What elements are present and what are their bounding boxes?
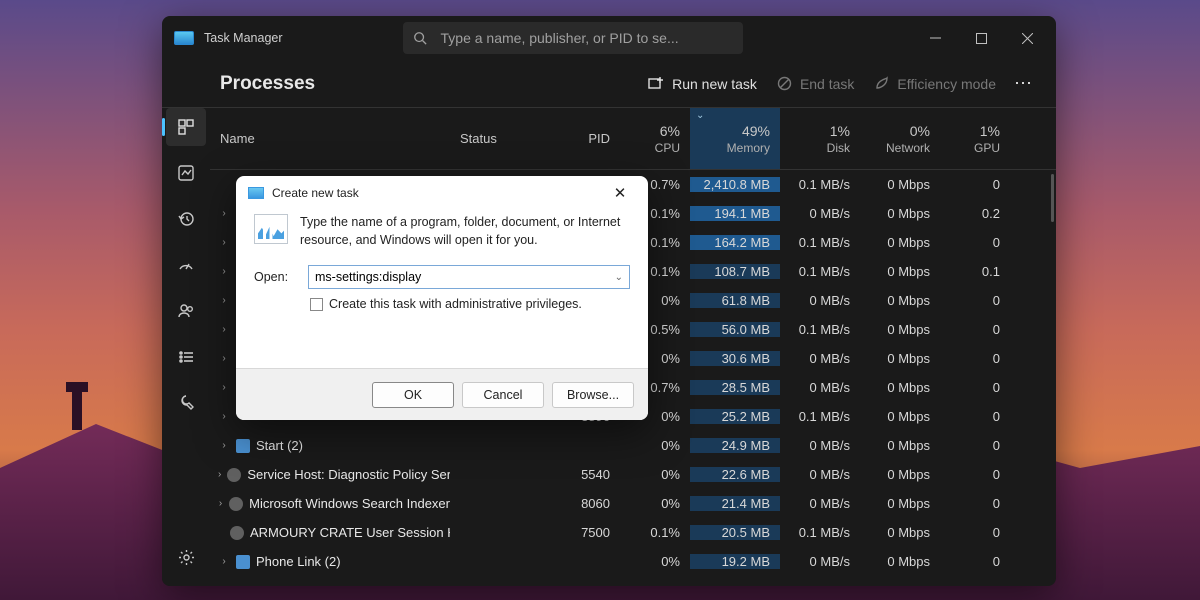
- process-icon: [236, 555, 250, 569]
- process-icon: [229, 497, 243, 511]
- col-memory[interactable]: ⌄49%Memory: [690, 108, 780, 169]
- titlebar: Task Manager Type a name, publisher, or …: [162, 16, 1056, 60]
- search-input[interactable]: Type a name, publisher, or PID to se...: [403, 22, 743, 54]
- sidebar-settings[interactable]: [166, 538, 206, 576]
- grid-icon: [178, 119, 194, 135]
- run-task-icon: [648, 76, 664, 92]
- leaf-icon: [874, 76, 889, 91]
- expand-chevron-icon[interactable]: ›: [218, 266, 230, 277]
- admin-label: Create this task with administrative pri…: [329, 297, 582, 311]
- col-gpu[interactable]: 1%GPU: [940, 123, 1010, 155]
- sidebar: [162, 108, 210, 586]
- users-icon: [178, 303, 194, 319]
- process-icon: [236, 439, 250, 453]
- wrench-icon: [178, 395, 194, 411]
- sidebar-services[interactable]: [166, 384, 206, 422]
- col-cpu[interactable]: 6%CPU: [620, 123, 690, 155]
- process-name: Start (2): [256, 438, 303, 453]
- sidebar-startup[interactable]: [166, 246, 206, 284]
- dialog-titlebar: Create new task ✕: [236, 176, 648, 210]
- dialog-title: Create new task: [272, 186, 359, 200]
- col-pid[interactable]: PID: [550, 131, 620, 146]
- efficiency-mode-button[interactable]: Efficiency mode: [864, 70, 1006, 98]
- process-icon: [230, 526, 244, 540]
- more-button[interactable]: ⋯: [1006, 67, 1042, 100]
- wallpaper-tower: [72, 390, 82, 430]
- gauge-icon: [178, 257, 194, 273]
- col-status[interactable]: Status: [450, 131, 550, 146]
- gear-icon: [178, 549, 195, 566]
- chart-icon: [178, 165, 194, 181]
- search-placeholder: Type a name, publisher, or PID to se...: [441, 30, 679, 46]
- sidebar-details[interactable]: [166, 338, 206, 376]
- expand-chevron-icon[interactable]: ›: [218, 382, 230, 393]
- table-row[interactable]: ARMOURY CRATE User Session Helper75000.1…: [210, 518, 1056, 547]
- cancel-button[interactable]: Cancel: [462, 382, 544, 408]
- dialog-description: Type the name of a program, folder, docu…: [300, 214, 630, 249]
- expand-chevron-icon[interactable]: ›: [218, 353, 230, 364]
- scrollbar-thumb[interactable]: [1051, 174, 1054, 222]
- expand-chevron-icon[interactable]: ›: [218, 208, 230, 219]
- sidebar-performance[interactable]: [166, 154, 206, 192]
- expand-chevron-icon[interactable]: ›: [218, 324, 230, 335]
- dialog-buttons: OK Cancel Browse...: [236, 368, 648, 420]
- sidebar-users[interactable]: [166, 292, 206, 330]
- maximize-button[interactable]: [958, 22, 1004, 54]
- browse-button[interactable]: Browse...: [552, 382, 634, 408]
- close-button[interactable]: [1004, 22, 1050, 54]
- sidebar-processes[interactable]: [166, 108, 206, 146]
- process-name: ARMOURY CRATE User Session Helper: [250, 525, 450, 540]
- end-task-button[interactable]: End task: [767, 70, 864, 98]
- chevron-down-icon[interactable]: ⌄: [615, 272, 623, 283]
- open-label: Open:: [254, 270, 294, 284]
- minimize-button[interactable]: [912, 22, 958, 54]
- expand-chevron-icon[interactable]: ›: [218, 411, 230, 422]
- expand-chevron-icon[interactable]: ›: [218, 469, 221, 480]
- table-row[interactable]: ›Microsoft Windows Search Indexer80600%2…: [210, 489, 1056, 518]
- list-icon: [178, 349, 194, 365]
- run-icon: [254, 214, 288, 244]
- history-icon: [178, 211, 194, 227]
- process-name: Service Host: Diagnostic Policy Service: [247, 467, 450, 482]
- app-title: Task Manager: [204, 31, 283, 45]
- expand-chevron-icon[interactable]: ›: [218, 498, 223, 509]
- end-task-icon: [777, 76, 792, 91]
- process-icon: [227, 468, 241, 482]
- create-task-dialog: Create new task ✕ Type the name of a pro…: [236, 176, 648, 420]
- app-icon: [174, 31, 194, 45]
- run-new-task-button[interactable]: Run new task: [638, 70, 767, 98]
- process-name: Microsoft Windows Search Indexer: [249, 496, 450, 511]
- expand-chevron-icon[interactable]: ›: [218, 556, 230, 567]
- page-title: Processes: [220, 73, 315, 95]
- sidebar-app-history[interactable]: [166, 200, 206, 238]
- table-header: Name Status PID 6%CPU ⌄49%Memory 1%Disk …: [210, 108, 1056, 170]
- open-combobox[interactable]: ⌄: [308, 265, 630, 289]
- search-icon: [413, 31, 427, 45]
- table-row[interactable]: ›Phone Link (2)0%19.2 MB0 MB/s0 Mbps0: [210, 547, 1056, 576]
- col-name[interactable]: Name: [210, 131, 450, 146]
- table-row[interactable]: ›Start (2)0%24.9 MB0 MB/s0 Mbps0: [210, 431, 1056, 460]
- col-disk[interactable]: 1%Disk: [780, 123, 860, 155]
- expand-chevron-icon[interactable]: ›: [218, 237, 230, 248]
- admin-checkbox[interactable]: [310, 298, 323, 311]
- open-input[interactable]: [315, 270, 615, 284]
- dialog-close-button[interactable]: ✕: [600, 179, 640, 207]
- table-row[interactable]: › Service Host: Diagnostic Policy Service…: [210, 460, 1056, 489]
- toolbar: Processes Run new task End task Efficien…: [162, 60, 1056, 108]
- col-network[interactable]: 0%Network: [860, 123, 940, 155]
- sort-caret-icon: ⌄: [696, 110, 704, 121]
- ok-button[interactable]: OK: [372, 382, 454, 408]
- process-name: Phone Link (2): [256, 554, 341, 569]
- dialog-icon: [248, 187, 264, 199]
- expand-chevron-icon[interactable]: ›: [218, 295, 230, 306]
- expand-chevron-icon[interactable]: ›: [218, 440, 230, 451]
